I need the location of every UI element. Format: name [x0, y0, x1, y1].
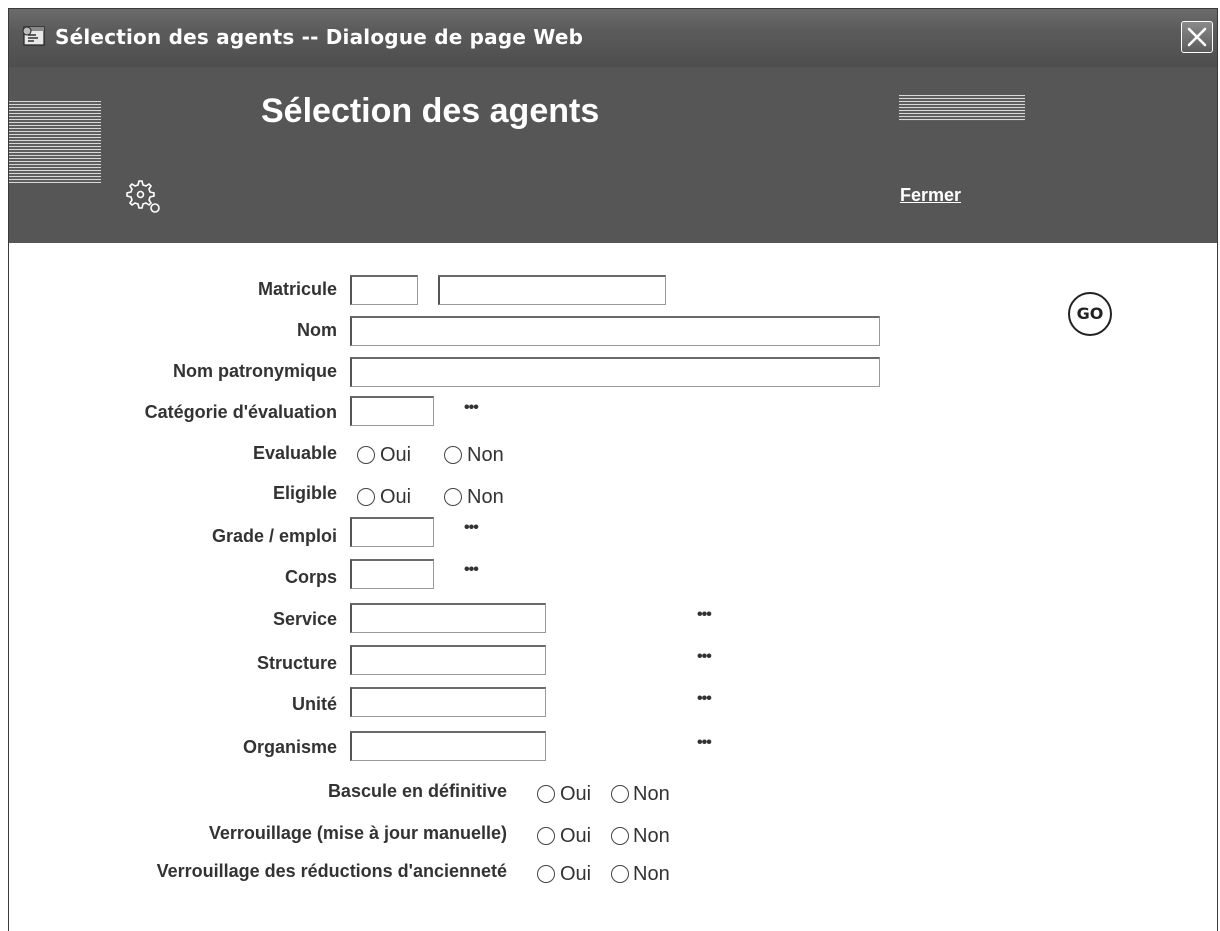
verrouillage-maj-oui-label: Oui — [560, 825, 592, 847]
eligible-label: Eligible — [272, 483, 337, 503]
categorie-input[interactable] — [350, 396, 434, 426]
verrouillage-maj-oui-radio[interactable] — [537, 827, 555, 845]
go-button[interactable]: GO — [1068, 292, 1112, 336]
organisme-label: Organisme — [242, 737, 337, 757]
nom-patronymique-label: Nom patronymique — [172, 361, 337, 381]
organisme-input[interactable] — [350, 731, 546, 761]
structure-input[interactable] — [350, 645, 546, 675]
unite-input[interactable] — [350, 687, 546, 717]
categorie-lookup-button[interactable]: ••• — [464, 399, 479, 417]
eligible-oui-label: Oui — [380, 486, 412, 508]
evaluable-non-label: Non — [467, 444, 504, 466]
unite-lookup-button[interactable]: ••• — [697, 690, 712, 708]
grade-lookup-button[interactable]: ••• — [464, 519, 479, 537]
corps-lookup-button[interactable]: ••• — [464, 561, 479, 579]
verrouillage-maj-non-radio[interactable] — [611, 827, 629, 845]
dialog-page-icon — [22, 26, 45, 46]
eligible-oui-radio[interactable] — [357, 488, 375, 506]
verrouillage-maj-label: Verrouillage (mise à jour manuelle) — [208, 823, 507, 843]
agent-selection-form: Matricule Nom Nom patronymique Catégorie… — [9, 243, 1217, 931]
verrouillage-reductions-label: Verrouillage des réductions d'ancienneté — [156, 861, 507, 881]
evaluable-non-radio[interactable] — [444, 446, 462, 464]
dialog-header: Sélection des agents Fermer — [9, 67, 1217, 243]
structure-label: Structure — [256, 653, 337, 673]
bascule-oui-label: Oui — [560, 783, 592, 805]
verrouillage-reductions-oui-radio[interactable] — [537, 865, 555, 883]
close-link[interactable]: Fermer — [900, 185, 961, 206]
matricule-prefix-input[interactable] — [350, 275, 418, 305]
eligible-non-label: Non — [467, 486, 504, 508]
window-close-button[interactable] — [1181, 21, 1213, 53]
title-bar: Sélection des agents -- Dialogue de page… — [9, 9, 1217, 67]
header-decoration-right — [899, 95, 1025, 121]
page-title: Sélection des agents — [261, 92, 600, 130]
nom-patronymique-input[interactable] — [350, 357, 880, 387]
bascule-label: Bascule en définitive — [327, 781, 507, 801]
categorie-label: Catégorie d'évaluation — [144, 402, 337, 422]
verrouillage-maj-non-label: Non — [633, 825, 670, 847]
verrouillage-reductions-non-label: Non — [633, 863, 670, 885]
evaluable-oui-radio[interactable] — [357, 446, 375, 464]
service-input[interactable] — [350, 603, 546, 633]
gear-icon[interactable] — [119, 175, 167, 219]
bascule-radio-group: Oui Non — [537, 783, 707, 807]
matricule-label: Matricule — [257, 279, 337, 299]
bascule-non-radio[interactable] — [611, 785, 629, 803]
unite-label: Unité — [292, 694, 337, 714]
matricule-input[interactable] — [438, 275, 666, 305]
grade-label: Grade / emploi — [211, 526, 337, 546]
eligible-non-radio[interactable] — [444, 488, 462, 506]
close-icon — [1187, 27, 1207, 47]
window-title: Sélection des agents -- Dialogue de page… — [55, 25, 584, 49]
corps-label: Corps — [284, 567, 337, 587]
service-lookup-button[interactable]: ••• — [697, 606, 712, 624]
verrouillage-reductions-radio-group: Oui Non — [537, 863, 707, 887]
evaluable-oui-label: Oui — [380, 444, 412, 466]
verrouillage-reductions-non-radio[interactable] — [611, 865, 629, 883]
bascule-oui-radio[interactable] — [537, 785, 555, 803]
nom-label: Nom — [297, 320, 337, 340]
verrouillage-maj-radio-group: Oui Non — [537, 825, 707, 849]
grade-input[interactable] — [350, 517, 434, 547]
dialog-window: Sélection des agents -- Dialogue de page… — [8, 8, 1218, 931]
verrouillage-reductions-oui-label: Oui — [560, 863, 592, 885]
header-decoration-left — [9, 101, 101, 183]
evaluable-label: Evaluable — [252, 443, 337, 463]
bascule-non-label: Non — [633, 783, 670, 805]
evaluable-radio-group: Oui Non — [357, 444, 537, 468]
structure-lookup-button[interactable]: ••• — [697, 648, 712, 666]
service-label: Service — [272, 609, 337, 629]
corps-input[interactable] — [350, 559, 434, 589]
eligible-radio-group: Oui Non — [357, 486, 537, 510]
nom-input[interactable] — [350, 316, 880, 346]
organisme-lookup-button[interactable]: ••• — [697, 734, 712, 752]
